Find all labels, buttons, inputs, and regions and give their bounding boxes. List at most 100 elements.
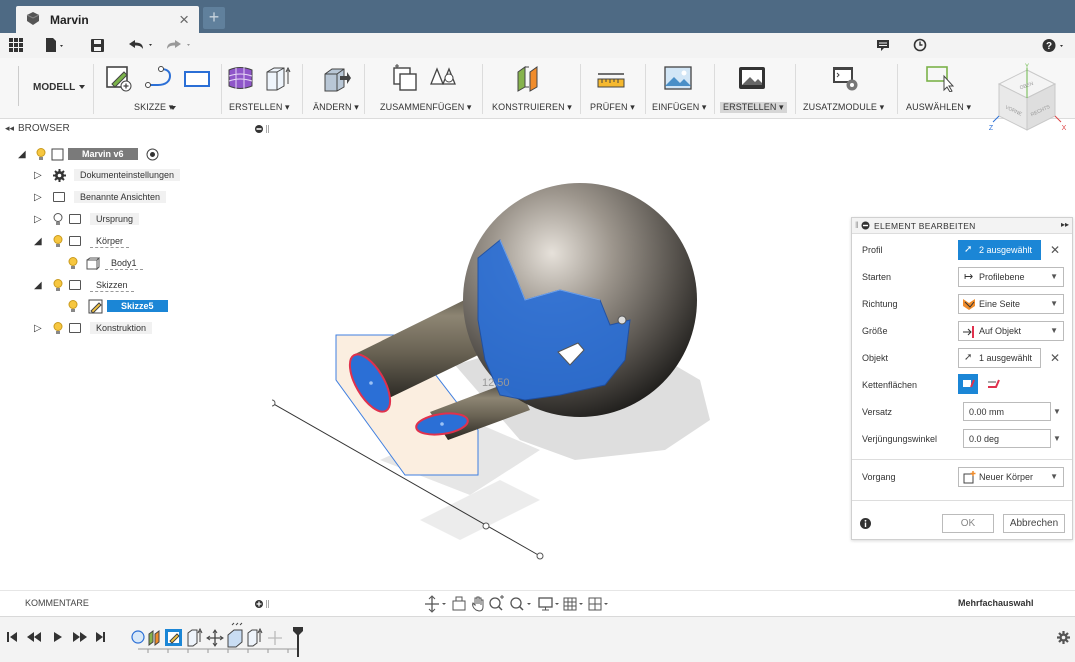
taper-options-icon[interactable]: ▼ (1053, 434, 1061, 443)
extent-dropdown[interactable]: Auf Objekt ▼ (958, 321, 1064, 341)
3d-viewport[interactable]: 12.50 (272, 120, 850, 590)
inspect-menu-label[interactable]: PRÜFEN ▾ (590, 102, 635, 113)
joint-icon[interactable] (428, 64, 460, 92)
timeline-sketch-icon[interactable] (165, 629, 182, 646)
zoom-icon[interactable] (489, 595, 504, 611)
lightbulb-icon[interactable] (68, 257, 78, 270)
orbit-icon[interactable] (425, 595, 446, 613)
go-to-start-icon[interactable] (7, 632, 17, 642)
redo-icon[interactable] (166, 39, 194, 52)
timeline-form-icon[interactable] (227, 622, 243, 648)
timeline-move-icon[interactable] (206, 629, 224, 647)
viewports-icon[interactable] (588, 597, 608, 611)
line-midpoint[interactable] (482, 522, 490, 530)
create-sketch-icon[interactable] (104, 64, 134, 92)
new-component-icon[interactable] (390, 64, 420, 92)
workspace-switcher[interactable]: MODELL (18, 66, 88, 106)
expand-triangle-icon[interactable]: ▷ (34, 192, 42, 203)
lightbulb-icon[interactable] (53, 279, 63, 292)
grid-settings-icon[interactable] (563, 597, 583, 611)
step-back-icon[interactable] (27, 632, 41, 642)
app-grid-icon[interactable] (9, 38, 23, 52)
display-settings-icon[interactable] (538, 597, 559, 611)
press-pull-icon[interactable] (320, 64, 352, 92)
pan-hand-icon[interactable] (472, 596, 484, 612)
addins-menu-label[interactable]: ZUSATZMODULE ▾ (803, 102, 884, 113)
ok-button[interactable]: OK (942, 514, 994, 533)
line-endpoint[interactable] (272, 399, 276, 407)
viewcube[interactable]: OBEN VORNE RECHTS Y Z X (985, 60, 1069, 148)
lightbulb-off-icon[interactable] (53, 213, 63, 226)
modify-menu-label[interactable]: ÄNDERN ▾ (313, 102, 359, 113)
line-endpoint[interactable] (536, 552, 544, 560)
clear-profile-button[interactable]: ✕ (1050, 243, 1060, 257)
browser-item-sketch5[interactable]: Skizze5 (64, 298, 174, 316)
new-tab-button[interactable]: + (203, 7, 225, 29)
offset-input[interactable]: 0.00 mm (963, 402, 1051, 421)
construct-menu-label[interactable]: KONSTRUIEREN ▾ (492, 102, 572, 113)
timeline-settings-gear-icon[interactable] (1057, 631, 1070, 644)
save-icon[interactable] (90, 38, 105, 53)
timeline-extrude-icon[interactable] (187, 627, 203, 647)
browser-item-document-settings[interactable]: ▷ Dokumenteinstellungen (32, 167, 192, 185)
timeline-sphere-icon[interactable] (131, 630, 145, 644)
root-label[interactable]: Marvin v6 (68, 148, 138, 160)
browser-item-bodies[interactable]: ◢ Körper (32, 233, 192, 251)
chain-faces-off-icon[interactable] (984, 374, 1004, 394)
browser-item-named-views[interactable]: ▷ Benannte Ansichten (32, 189, 192, 207)
fit-zoom-icon[interactable] (510, 597, 531, 611)
lightbulb-icon[interactable] (53, 235, 63, 248)
step-forward-icon[interactable] (73, 632, 87, 642)
offset-plane-icon[interactable] (514, 64, 546, 92)
insert-image-icon[interactable] (662, 64, 694, 92)
look-at-icon[interactable] (452, 596, 466, 611)
timeline-extrude-icon[interactable] (247, 627, 263, 647)
timeline-offset-plane-icon[interactable] (148, 630, 160, 646)
drag-handle-icon[interactable]: ‖ (855, 220, 859, 230)
expand-triangle-icon[interactable]: ▷ (34, 170, 42, 181)
render-icon[interactable] (736, 64, 768, 92)
rectangle-tool-icon[interactable] (182, 64, 212, 92)
clear-object-button[interactable]: ✕ (1050, 351, 1060, 365)
object-selector[interactable]: ➚ 1 ausgewählt (958, 348, 1041, 368)
operation-dropdown[interactable]: Neuer Körper ▼ (958, 467, 1064, 487)
help-icon[interactable]: ? (1042, 38, 1070, 53)
extrude-icon[interactable] (262, 64, 292, 92)
expand-triangle-icon[interactable]: ▷ (34, 323, 42, 334)
file-menu-icon[interactable] (45, 38, 65, 53)
line-tool-icon[interactable] (144, 64, 176, 92)
browser-root-node[interactable]: ◢ Marvin v6 (16, 146, 176, 164)
browser-item-origin[interactable]: ▷ Ursprung (32, 211, 192, 229)
lightbulb-icon[interactable] (68, 300, 78, 313)
info-icon[interactable] (860, 518, 871, 529)
browser-toggle-icon[interactable] (254, 124, 270, 134)
expand-triangle-icon[interactable]: ▷ (34, 214, 42, 225)
measure-icon[interactable] (596, 64, 626, 92)
start-dropdown[interactable]: ↦ Profilebene ▼ (958, 267, 1064, 287)
lightbulb-icon[interactable] (53, 322, 63, 335)
chain-faces-on-icon[interactable] (958, 374, 978, 394)
browser-item-construction[interactable]: ▷ Konstruktion (32, 320, 192, 338)
collapse-triangle-icon[interactable]: ◢ (18, 149, 26, 160)
browser-item-sketches[interactable]: ◢ Skizzen (32, 277, 192, 295)
browser-item-body1[interactable]: Body1 (64, 255, 184, 273)
render-menu-label[interactable]: ERSTELLEN ▾ (720, 102, 787, 113)
comments-panel-label[interactable]: KOMMENTARE (25, 598, 89, 608)
timeline-marker[interactable] (293, 627, 303, 657)
assemble-menu-label[interactable]: ZUSAMMENFÜGEN ▾ (380, 102, 472, 113)
collapse-triangle-icon[interactable]: ◢ (34, 236, 42, 247)
history-clock-icon[interactable] (913, 38, 927, 52)
collapse-icon[interactable] (861, 221, 870, 230)
collapse-panel-icon[interactable]: ◂◂ (5, 123, 14, 134)
form-tool-icon[interactable] (226, 64, 256, 92)
undo-icon[interactable] (128, 39, 156, 52)
profile-selector[interactable]: ➚ 2 ausgewählt (958, 240, 1041, 260)
document-tab[interactable]: Marvin × (16, 6, 199, 33)
offset-options-icon[interactable]: ▼ (1053, 407, 1061, 416)
add-comment-icon[interactable] (254, 599, 270, 609)
job-status-icon[interactable] (876, 39, 890, 52)
close-tab-button[interactable]: × (179, 10, 189, 30)
expand-dialog-icon[interactable]: ▸▸ (1061, 220, 1069, 229)
lightbulb-icon[interactable] (36, 148, 46, 161)
active-radio-icon[interactable] (146, 148, 159, 161)
